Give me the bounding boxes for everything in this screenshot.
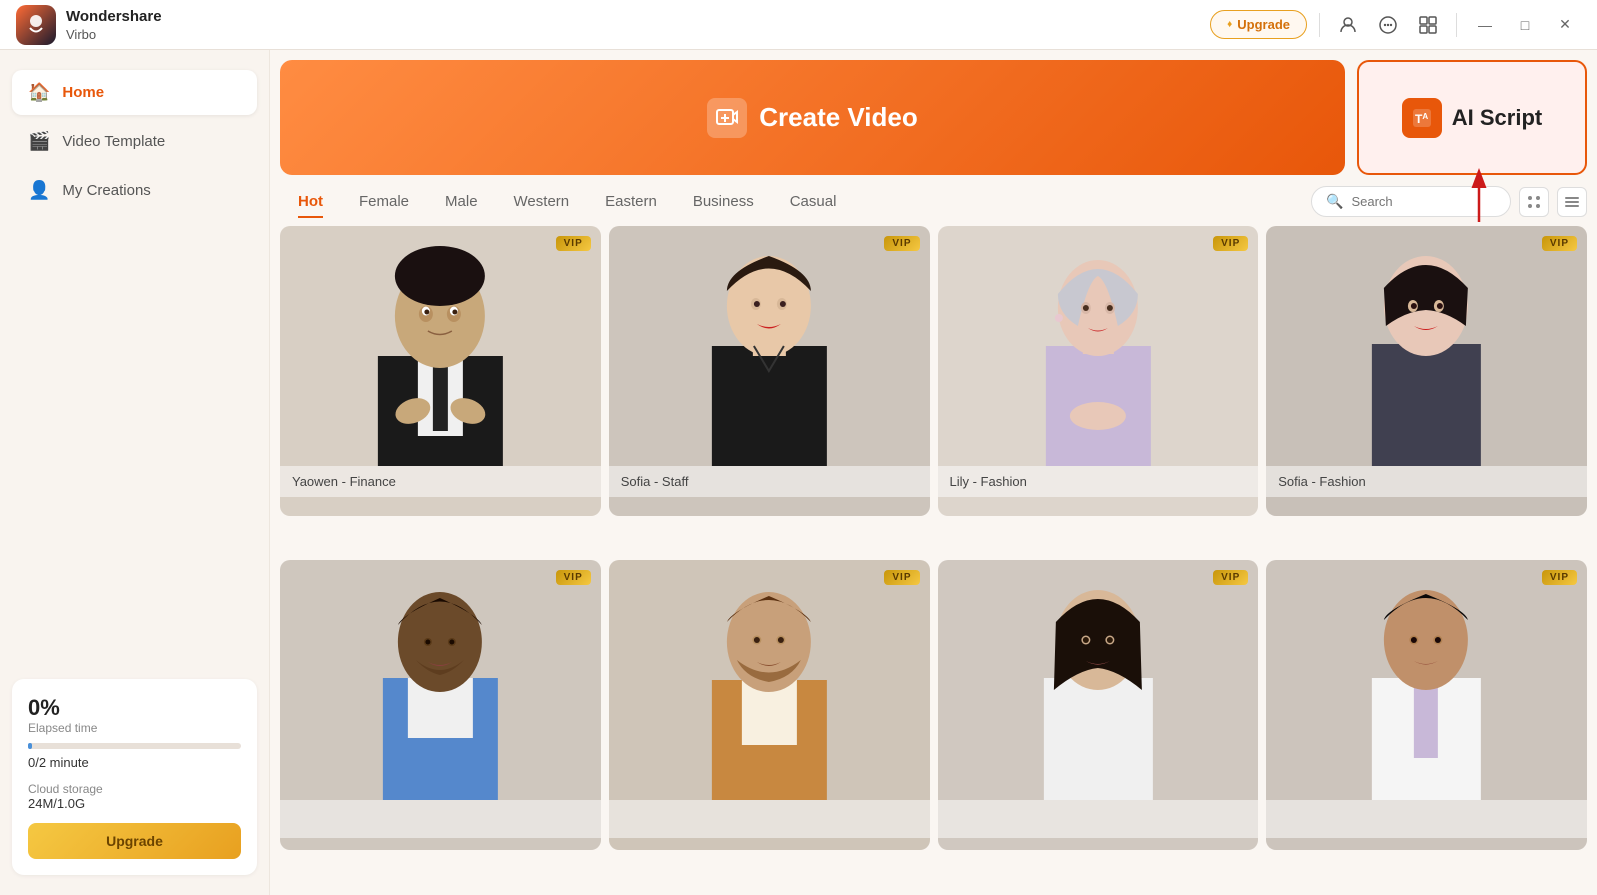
view-toggle-grid[interactable] xyxy=(1519,187,1549,217)
grid-view-icon xyxy=(1526,194,1542,210)
ai-script-label: AI Script xyxy=(1452,105,1542,131)
upgrade-button[interactable]: Upgrade xyxy=(1210,10,1307,39)
usage-percent: 0% xyxy=(28,695,241,721)
progress-bar-fill xyxy=(28,743,32,749)
view-toggle-list[interactable] xyxy=(1557,187,1587,217)
avatar-card-5[interactable]: VIP xyxy=(280,560,601,850)
avatar-label-7 xyxy=(938,800,1259,838)
search-box: 🔍 xyxy=(1311,186,1511,217)
app-name: Wondershare xyxy=(66,7,162,27)
vip-badge-4: VIP xyxy=(1542,236,1577,251)
sidebar-usage-panel: 0% Elapsed time 0/2 minute Cloud storage… xyxy=(12,679,257,875)
content-area: Create Video TA AI Script xyxy=(270,50,1597,895)
filter-tab-male[interactable]: Male xyxy=(427,185,496,218)
my-creations-icon: 👤 xyxy=(28,180,50,201)
avatar-image-1 xyxy=(280,226,601,466)
app-subname: Virbo xyxy=(66,27,162,42)
avatar-image-7 xyxy=(938,560,1259,800)
title-bar: Wondershare Virbo Upgrade xyxy=(0,0,1597,50)
avatar-card-3[interactable]: VIP xyxy=(938,226,1259,516)
title-controls: Upgrade — □ ✕ xyxy=(1210,9,1581,41)
upgrade-sidebar-button[interactable]: Upgrade xyxy=(28,823,241,859)
vip-badge-8: VIP xyxy=(1542,570,1577,585)
sidebar-item-video-template[interactable]: 🎬 Video Template xyxy=(12,119,257,164)
main-layout: 🏠 Home 🎬 Video Template 👤 My Creations 0… xyxy=(0,50,1597,895)
vip-badge-3: VIP xyxy=(1213,236,1248,251)
maximize-button[interactable]: □ xyxy=(1509,9,1541,41)
close-button[interactable]: ✕ xyxy=(1549,9,1581,41)
create-video-button[interactable]: Create Video xyxy=(280,60,1345,175)
avatar-image-4 xyxy=(1266,226,1587,466)
sidebar: 🏠 Home 🎬 Video Template 👤 My Creations 0… xyxy=(0,50,270,895)
search-input[interactable] xyxy=(1351,194,1496,209)
avatar-image-3 xyxy=(938,226,1259,466)
video-template-icon: 🎬 xyxy=(28,131,50,152)
filter-tab-business[interactable]: Business xyxy=(675,185,772,218)
filter-tab-eastern[interactable]: Eastern xyxy=(587,185,675,218)
ai-script-icon: TA xyxy=(1402,98,1442,138)
filter-section: Hot Female Male Western Eastern Business… xyxy=(270,185,1597,218)
avatar-image-8 xyxy=(1266,560,1587,800)
avatar-card-1[interactable]: VIP xyxy=(280,226,601,516)
avatar-label-8 xyxy=(1266,800,1587,838)
avatar-label-5 xyxy=(280,800,601,838)
vip-badge-7: VIP xyxy=(1213,570,1248,585)
vip-badge-1: VIP xyxy=(556,236,591,251)
avatar-label-2: Sofia - Staff xyxy=(609,466,930,497)
sidebar-spacer xyxy=(12,217,257,679)
avatar-card-4[interactable]: VIP xyxy=(1266,226,1587,516)
avatar-card-6[interactable]: VIP xyxy=(609,560,930,850)
sidebar-item-my-creations-label: My Creations xyxy=(62,182,150,199)
home-icon: 🏠 xyxy=(28,82,50,103)
avatar-card-2[interactable]: VIP xyxy=(609,226,930,516)
avatar-image-2 xyxy=(609,226,930,466)
top-section: Create Video TA AI Script xyxy=(270,50,1597,185)
grid-icon xyxy=(1418,15,1438,35)
sidebar-item-home[interactable]: 🏠 Home xyxy=(12,70,257,115)
create-video-label: Create Video xyxy=(759,102,917,133)
sidebar-item-video-template-label: Video Template xyxy=(62,133,165,150)
avatar-label-3: Lily - Fashion xyxy=(938,466,1259,497)
avatar-image-5 xyxy=(280,560,601,800)
filter-tab-casual[interactable]: Casual xyxy=(772,185,855,218)
filter-tab-western[interactable]: Western xyxy=(496,185,588,218)
divider2 xyxy=(1456,13,1457,37)
logo-icon xyxy=(16,5,56,45)
minimize-button[interactable]: — xyxy=(1469,9,1501,41)
storage-value: 24M/1.0G xyxy=(28,796,241,811)
vip-badge-2: VIP xyxy=(884,236,919,251)
chat-icon xyxy=(1378,15,1398,35)
list-view-icon xyxy=(1564,194,1580,210)
progress-bar-bg xyxy=(28,743,241,749)
avatar-grid: VIP xyxy=(270,226,1597,895)
avatar-label-6 xyxy=(609,800,930,838)
avatar-card-8[interactable]: VIP xyxy=(1266,560,1587,850)
user-icon-button[interactable] xyxy=(1332,9,1364,41)
filter-tabs: Hot Female Male Western Eastern Business… xyxy=(280,185,1311,218)
usage-time: 0/2 minute xyxy=(28,755,241,770)
avatar-card-7[interactable]: VIP xyxy=(938,560,1259,850)
usage-elapsed-label: Elapsed time xyxy=(28,721,241,735)
sidebar-item-home-label: Home xyxy=(62,84,104,101)
ai-script-content: TA AI Script xyxy=(1402,98,1542,138)
avatar-label-4: Sofia - Fashion xyxy=(1266,466,1587,497)
user-icon xyxy=(1338,15,1358,35)
ai-script-panel[interactable]: TA AI Script xyxy=(1357,60,1587,175)
create-video-icon xyxy=(707,98,747,138)
chat-icon-button[interactable] xyxy=(1372,9,1404,41)
avatar-image-6 xyxy=(609,560,930,800)
sidebar-item-my-creations[interactable]: 👤 My Creations xyxy=(12,168,257,213)
vip-badge-5: VIP xyxy=(556,570,591,585)
filter-tab-female[interactable]: Female xyxy=(341,185,427,218)
divider xyxy=(1319,13,1320,37)
search-section: 🔍 xyxy=(1311,186,1587,217)
vip-badge-6: VIP xyxy=(884,570,919,585)
storage-label: Cloud storage xyxy=(28,782,241,796)
app-logo: Wondershare Virbo xyxy=(16,5,1210,45)
avatar-label-1: Yaowen - Finance xyxy=(280,466,601,497)
grid-icon-button[interactable] xyxy=(1412,9,1444,41)
search-icon: 🔍 xyxy=(1326,193,1343,210)
filter-tab-hot[interactable]: Hot xyxy=(280,185,341,218)
